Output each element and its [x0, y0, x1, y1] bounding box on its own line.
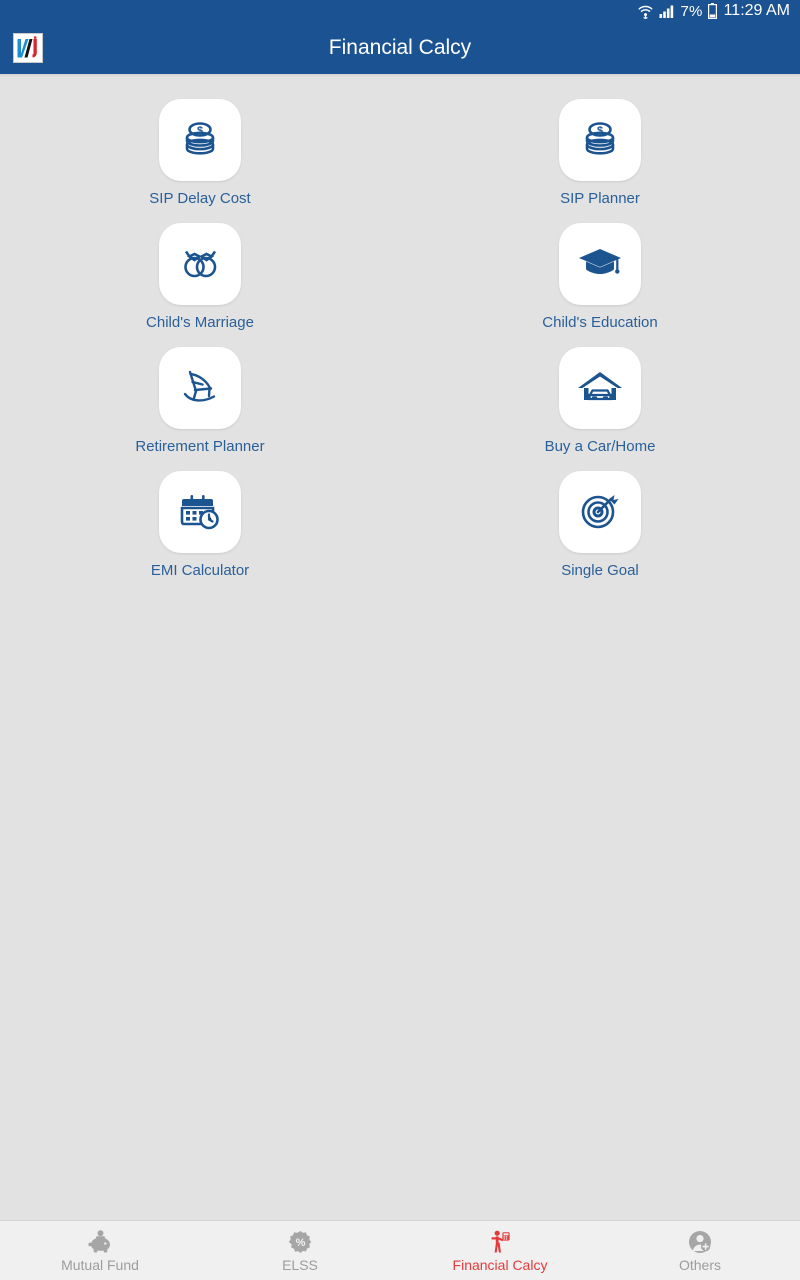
battery-icon	[707, 3, 717, 19]
tile-icon-card	[159, 347, 241, 429]
calculator-grid: $ SIP Delay Cost $ SIP Planner Child's M…	[0, 89, 800, 585]
wifi-icon	[637, 4, 654, 19]
user-add-icon	[688, 1228, 712, 1254]
page-title: Financial Calcy	[328, 36, 472, 59]
tile-icon-card	[159, 223, 241, 305]
percent-badge-icon: %	[288, 1228, 313, 1254]
coin-stack-icon: $	[176, 114, 224, 167]
calculator-tile-childs-education[interactable]: Child's Education	[400, 213, 800, 337]
tile-label: Single Goal	[561, 562, 639, 579]
calculator-tile-sip-planner[interactable]: $ SIP Planner	[400, 89, 800, 213]
nav-item-elss[interactable]: % ELSS	[200, 1221, 400, 1280]
cellular-signal-icon	[659, 4, 675, 18]
person-calculator-icon	[488, 1228, 512, 1254]
calculator-tile-buy-a-car-home[interactable]: Buy a Car/Home	[400, 337, 800, 461]
calculator-list: $ SIP Delay Cost $ SIP Planner Child's M…	[0, 77, 800, 1220]
graduation-cap-icon	[576, 238, 624, 291]
tile-icon-card: $	[159, 99, 241, 181]
nav-label: Mutual Fund	[61, 1257, 139, 1273]
nav-label: Others	[678, 1257, 721, 1273]
nav-label: ELSS	[282, 1257, 318, 1273]
calculator-tile-sip-delay-cost[interactable]: $ SIP Delay Cost	[0, 89, 400, 213]
svg-text:$: $	[197, 125, 203, 137]
svg-text:%: %	[295, 1237, 305, 1249]
app-bar: Financial Calcy	[0, 22, 800, 74]
tile-icon-card	[559, 471, 641, 553]
clock-label: 11:29 AM	[723, 2, 790, 19]
tile-label: Child's Education	[542, 314, 658, 331]
app-root: 7% 11:29 AM Financial Calcy $ SIP Delay …	[0, 0, 800, 1280]
tile-icon-card	[159, 471, 241, 553]
tile-icon-card	[559, 223, 641, 305]
tile-label: Buy a Car/Home	[544, 438, 656, 455]
target-dart-icon	[576, 486, 624, 539]
tile-label: Child's Marriage	[146, 314, 254, 331]
nj-logo-icon[interactable]	[13, 33, 43, 63]
nav-item-mutual-fund[interactable]: Mutual Fund	[0, 1221, 200, 1280]
coin-stack-icon: $	[576, 114, 624, 167]
tile-label: Retirement Planner	[135, 438, 265, 455]
tile-label: SIP Planner	[560, 190, 640, 207]
piggy-bank-icon	[87, 1228, 113, 1254]
calendar-clock-icon	[176, 486, 224, 539]
calculator-tile-emi-calculator[interactable]: EMI Calculator	[0, 461, 400, 585]
wedding-rings-icon	[176, 238, 224, 291]
tile-icon-card: $	[559, 99, 641, 181]
tile-label: EMI Calculator	[150, 562, 250, 579]
tile-label: SIP Delay Cost	[149, 190, 251, 207]
nav-item-financial-calcy[interactable]: Financial Calcy	[400, 1221, 600, 1280]
status-bar: 7% 11:29 AM	[0, 0, 800, 22]
tile-icon-card	[559, 347, 641, 429]
nav-item-others[interactable]: Others	[600, 1221, 800, 1280]
calculator-tile-retirement-planner[interactable]: Retirement Planner	[0, 337, 400, 461]
rocking-chair-icon	[176, 362, 224, 415]
house-garage-car-icon	[576, 362, 624, 415]
bottom-navigation: Mutual Fund % ELSS Financial Calcy Other…	[0, 1220, 800, 1280]
svg-text:$: $	[597, 125, 603, 137]
calculator-tile-single-goal[interactable]: Single Goal	[400, 461, 800, 585]
nav-label: Financial Calcy	[452, 1257, 548, 1273]
battery-percent-label: 7%	[680, 2, 703, 20]
calculator-tile-childs-marriage[interactable]: Child's Marriage	[0, 213, 400, 337]
